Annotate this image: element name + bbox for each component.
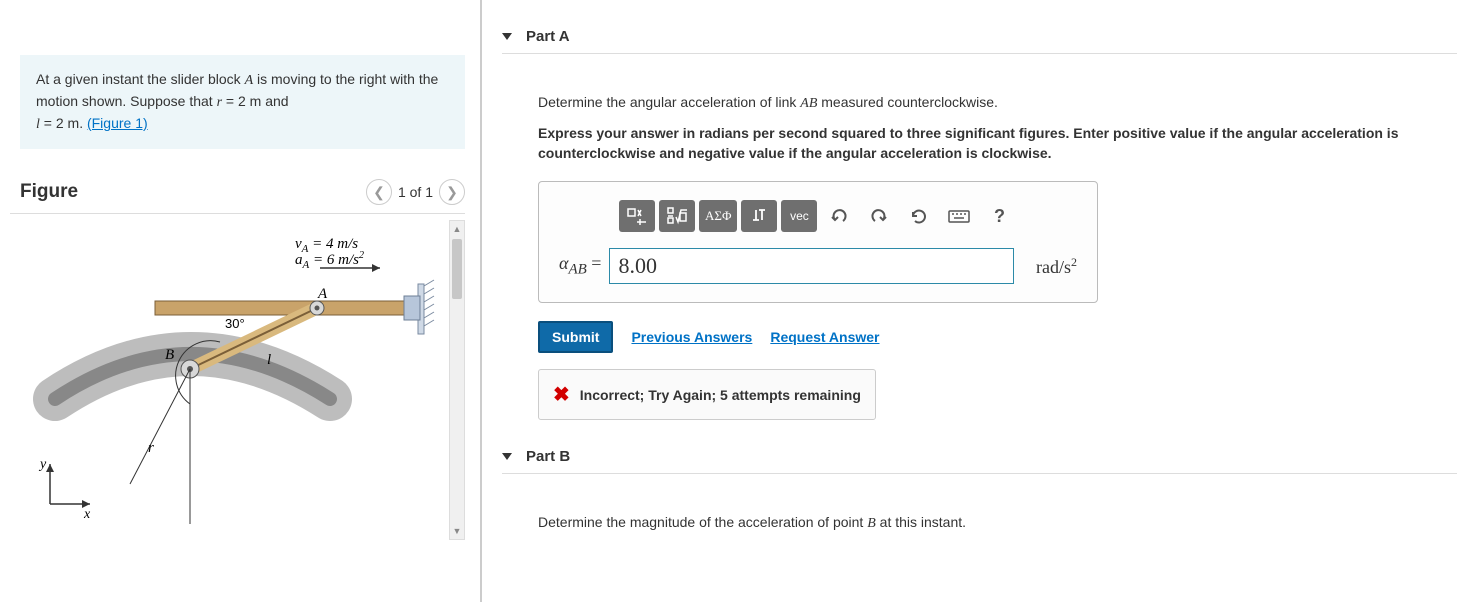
scroll-down-icon[interactable]: ▼ xyxy=(450,523,464,539)
label-x: x xyxy=(83,507,91,522)
templates-button[interactable] xyxy=(619,200,655,232)
desc-l-val: = 2 m xyxy=(40,115,79,131)
angle-label: 30° xyxy=(225,316,245,331)
desc-text: At a given instant the slider block xyxy=(36,71,245,87)
redo-button[interactable] xyxy=(861,200,897,232)
subscript-button[interactable] xyxy=(741,200,777,232)
equation-toolbar: ΑΣΦ vec ? xyxy=(619,200,1077,232)
keyboard-button[interactable] xyxy=(941,200,977,232)
feedback-box: ✖ Incorrect; Try Again; 5 attempts remai… xyxy=(538,369,876,420)
pager-next-button[interactable]: ❯ xyxy=(439,179,465,205)
submit-button[interactable]: Submit xyxy=(538,321,613,353)
answer-row: αAB = rad/s2 xyxy=(559,248,1077,284)
scroll-up-icon[interactable]: ▲ xyxy=(450,221,464,237)
answer-unit: rad/s2 xyxy=(1022,255,1077,278)
help-button[interactable]: ? xyxy=(981,200,1017,232)
part-b-content: Determine the magnitude of the accelerat… xyxy=(502,484,1457,534)
answer-input[interactable] xyxy=(609,248,1014,284)
figure-title: Figure xyxy=(20,181,78,203)
desc-period: . xyxy=(79,115,87,131)
submit-row: Submit Previous Answers Request Answer xyxy=(538,321,1457,353)
part-a-header[interactable]: Part A xyxy=(502,28,1457,54)
part-a-title: Part A xyxy=(526,28,570,45)
figure-body: vA = 4 m/s aA = 6 m/s2 30° B l A r y x ▲… xyxy=(10,214,465,554)
part-a-hint: Express your answer in radians per secon… xyxy=(538,124,1457,163)
figure-diagram: vA = 4 m/s aA = 6 m/s2 30° B l A r y x xyxy=(20,224,440,544)
figure-scrollbar[interactable]: ▲ ▼ xyxy=(449,220,465,540)
figure-pager: ❮ 1 of 1 ❯ xyxy=(366,179,465,205)
undo-button[interactable] xyxy=(821,200,857,232)
scroll-thumb[interactable] xyxy=(452,239,462,299)
part-b-header[interactable]: Part B xyxy=(502,448,1457,474)
request-answer-link[interactable]: Request Answer xyxy=(770,329,879,345)
figure-header: Figure ❮ 1 of 1 ❯ xyxy=(10,179,465,214)
vector-button[interactable]: vec xyxy=(781,200,817,232)
pager-label: 1 of 1 xyxy=(398,184,433,200)
pager-prev-button[interactable]: ❮ xyxy=(366,179,392,205)
reset-button[interactable] xyxy=(901,200,937,232)
feedback-message: Incorrect; Try Again; 5 attempts remaini… xyxy=(580,387,861,403)
answer-box: ΑΣΦ vec ? xyxy=(538,181,1098,303)
figure-link[interactable]: (Figure 1) xyxy=(87,115,148,131)
collapse-caret-icon xyxy=(502,33,512,40)
part-b-question: Determine the magnitude of the accelerat… xyxy=(538,512,1457,534)
left-column: At a given instant the slider block A is… xyxy=(0,0,480,602)
desc-and: and xyxy=(261,93,288,109)
collapse-caret-icon xyxy=(502,453,512,460)
var-A: A xyxy=(245,73,254,88)
previous-answers-link[interactable]: Previous Answers xyxy=(631,329,752,345)
incorrect-icon: ✖ xyxy=(553,382,570,407)
label-r: r xyxy=(148,440,154,456)
desc-r-val: = 2 m xyxy=(222,93,261,109)
label-A: A xyxy=(317,286,328,302)
label-B: B xyxy=(165,347,174,363)
part-a-question: Determine the angular acceleration of li… xyxy=(538,92,1457,114)
part-b-title: Part B xyxy=(526,448,570,465)
part-a-content: Determine the angular acceleration of li… xyxy=(502,64,1457,420)
greek-button[interactable]: ΑΣΦ xyxy=(699,200,737,232)
problem-description: At a given instant the slider block A is… xyxy=(20,55,465,149)
label-y: y xyxy=(38,457,47,472)
right-column: Part A Determine the angular acceleratio… xyxy=(482,0,1477,602)
answer-lhs: αAB = xyxy=(559,253,601,279)
fraction-sqrt-button[interactable] xyxy=(659,200,695,232)
label-l: l xyxy=(267,352,271,368)
